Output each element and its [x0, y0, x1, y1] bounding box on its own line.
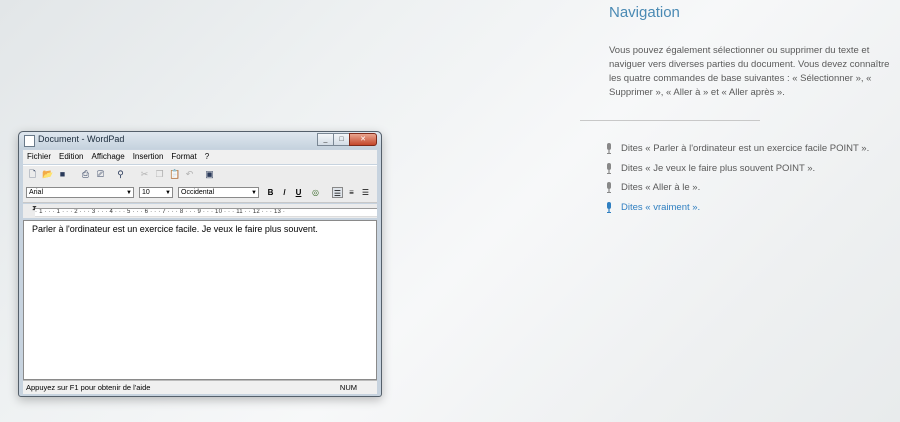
minimize-button[interactable]: _ [317, 133, 334, 146]
menu-edition[interactable]: Edition [55, 150, 87, 164]
document-area[interactable]: Parler à l'ordinateur est un exercice fa… [23, 220, 377, 380]
command-text: Dites « Je veux le faire plus souvent PO… [621, 162, 816, 174]
script-value: Occidental [181, 189, 215, 196]
save-icon[interactable]: ■ [57, 169, 68, 179]
font-name-select[interactable]: Arial ▼ [26, 187, 134, 198]
command-text: Dites « vraiment ». [621, 201, 701, 213]
align-center-icon[interactable]: ≡ [346, 187, 357, 198]
panel-title: Navigation [609, 4, 680, 21]
find-icon[interactable]: ⚲ [115, 169, 126, 179]
align-right-icon[interactable]: ☰ [360, 187, 371, 198]
font-name-value: Arial [29, 189, 44, 196]
print-preview-icon[interactable]: ⎚ [95, 169, 106, 179]
date-time-icon[interactable]: ▣ [204, 169, 215, 179]
font-size-value: 10 [142, 189, 150, 196]
chevron-down-icon: ▼ [165, 190, 171, 196]
script-select[interactable]: Occidental ▼ [178, 187, 259, 198]
close-button[interactable]: ✕ [349, 133, 377, 146]
maximize-button[interactable]: □ [333, 133, 350, 146]
cut-icon[interactable]: ✂ [139, 169, 150, 179]
chevron-down-icon: ▼ [251, 190, 257, 196]
open-icon[interactable]: 📂 [42, 169, 53, 179]
microphone-icon [607, 182, 611, 193]
font-size-select[interactable]: 10 ▼ [139, 187, 173, 198]
italic-button[interactable]: / [279, 187, 290, 198]
panel-paragraph: Vous pouvez également sélectionner ou su… [609, 45, 890, 98]
align-left-icon[interactable]: ☰ [332, 187, 343, 198]
status-bar: Appuyez sur F1 pour obtenir de l'aide NU… [23, 380, 377, 394]
undo-icon[interactable]: ↶ [184, 169, 195, 179]
paste-icon[interactable]: 📋 [169, 169, 180, 179]
format-toolbar: Arial ▼ 10 ▼ Occidental ▼ B / U ◎ ☰ ≡ ☰ [23, 183, 377, 203]
menu-fichier[interactable]: Fichier [23, 150, 55, 164]
chevron-down-icon: ▼ [126, 190, 132, 196]
command-text: Dites « Parler à l'ordinateur est un exe… [621, 143, 870, 154]
color-icon[interactable]: ◎ [310, 187, 321, 198]
status-help-text: Appuyez sur F1 pour obtenir de l'aide [26, 383, 151, 392]
ruler-scale: · 1 · · · 1 · · · 2 · · · 3 · · · 4 · · … [35, 208, 377, 217]
window-title: Document - WordPad [38, 134, 125, 144]
command-text: Dites « Aller à le ». [621, 182, 701, 193]
underline-button[interactable]: U [293, 187, 304, 198]
document-text[interactable]: Parler à l'ordinateur est un exercice fa… [32, 224, 322, 234]
microphone-icon [607, 162, 611, 174]
menu-bar: Fichier Edition Affichage Insertion Form… [23, 150, 377, 164]
menu-help[interactable]: ? [201, 150, 213, 164]
standard-toolbar: 🗋 📂 ■ ⎙ ⎚ ⚲ ✂ ❐ 📋 ↶ ▣ [23, 165, 377, 184]
microphone-icon [607, 143, 611, 154]
bold-button[interactable]: B [265, 187, 276, 198]
microphone-icon [607, 201, 611, 213]
new-icon[interactable]: 🗋 [27, 169, 38, 179]
menu-insertion[interactable]: Insertion [129, 150, 168, 164]
menu-format[interactable]: Format [167, 150, 200, 164]
wordpad-app-icon [24, 135, 35, 147]
divider [580, 120, 760, 121]
copy-icon[interactable]: ❐ [154, 169, 165, 179]
ruler[interactable]: ⧗ · 1 · · · 1 · · · 2 · · · 3 · · · 4 · … [23, 204, 377, 218]
status-num-indicator: NUM [339, 383, 357, 392]
print-icon[interactable]: ⎙ [80, 169, 91, 179]
wordpad-window: Document - WordPad _ □ ✕ Fichier Edition… [18, 131, 382, 397]
title-bar[interactable]: Document - WordPad _ □ ✕ [19, 132, 381, 149]
menu-affichage[interactable]: Affichage [87, 150, 128, 164]
